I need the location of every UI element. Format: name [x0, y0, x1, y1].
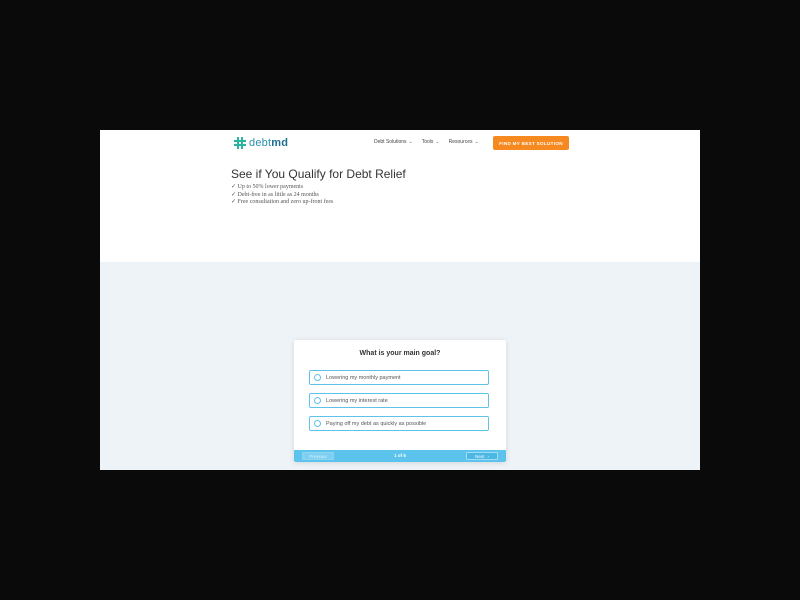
nav-label: Tools — [421, 139, 434, 145]
option-lower-monthly-payment[interactable]: Lowering my monthly payment — [309, 370, 489, 385]
page-title: See if You Qualify for Debt Relief — [231, 167, 406, 181]
chevron-down-icon: ⌄ — [474, 139, 479, 145]
nav-item-tools[interactable]: Tools ⌄ — [422, 139, 440, 145]
option-label: Lowering my interest rate — [326, 397, 388, 404]
find-my-best-solution-button[interactable]: FIND MY BEST SOLUTION — [493, 136, 569, 150]
quiz-card: What is your main goal? Lowering my mont… — [294, 340, 506, 462]
option-label: Paying off my debt as quickly as possibl… — [326, 420, 427, 427]
option-label: Lowering my monthly payment — [326, 374, 401, 381]
browser-viewport: debtmd Debt Solutions ⌄ Tools ⌄ Resource… — [100, 130, 700, 470]
benefit-item: ✓ Debt-free in as little as 24 months — [231, 191, 319, 198]
nav-item-resources[interactable]: Resources ⌄ — [449, 139, 479, 145]
next-label: Next — [475, 453, 485, 459]
chevron-right-icon: › — [487, 453, 489, 459]
benefit-item: ✓ Free consultation and zero up-front fe… — [231, 199, 334, 205]
radio-icon[interactable] — [314, 420, 321, 427]
nav-item-debt-solutions[interactable]: Debt Solutions ⌄ — [374, 139, 413, 145]
option-pay-off-quickly[interactable]: Paying off my debt as quickly as possibl… — [309, 416, 489, 431]
logo-text: debtmd — [249, 137, 289, 149]
main-nav: Debt Solutions ⌄ Tools ⌄ Resources ⌄ — [374, 139, 479, 145]
site-header: debtmd Debt Solutions ⌄ Tools ⌄ Resource… — [100, 130, 700, 156]
benefit-item: ✓ Up to 50% lower payments — [231, 184, 304, 190]
option-lower-interest-rate[interactable]: Lowering my interest rate — [309, 393, 489, 408]
radio-icon[interactable] — [314, 374, 321, 381]
radio-icon[interactable] — [314, 397, 321, 404]
chevron-down-icon: ⌄ — [408, 139, 413, 145]
quiz-question: What is your main goal? — [359, 350, 441, 357]
quiz-nav-bar: Previous 1 of 6 Next › — [294, 450, 506, 462]
benefits-list: ✓ Up to 50% lower payments ✓ Debt-free i… — [231, 184, 333, 207]
chevron-down-icon: ⌄ — [435, 139, 440, 145]
debtmd-logo[interactable]: debtmd — [234, 136, 288, 150]
next-button[interactable]: Next › — [466, 452, 498, 460]
nav-label: Debt Solutions — [374, 139, 407, 145]
logo-icon — [234, 137, 246, 149]
nav-label: Resources — [448, 139, 473, 145]
